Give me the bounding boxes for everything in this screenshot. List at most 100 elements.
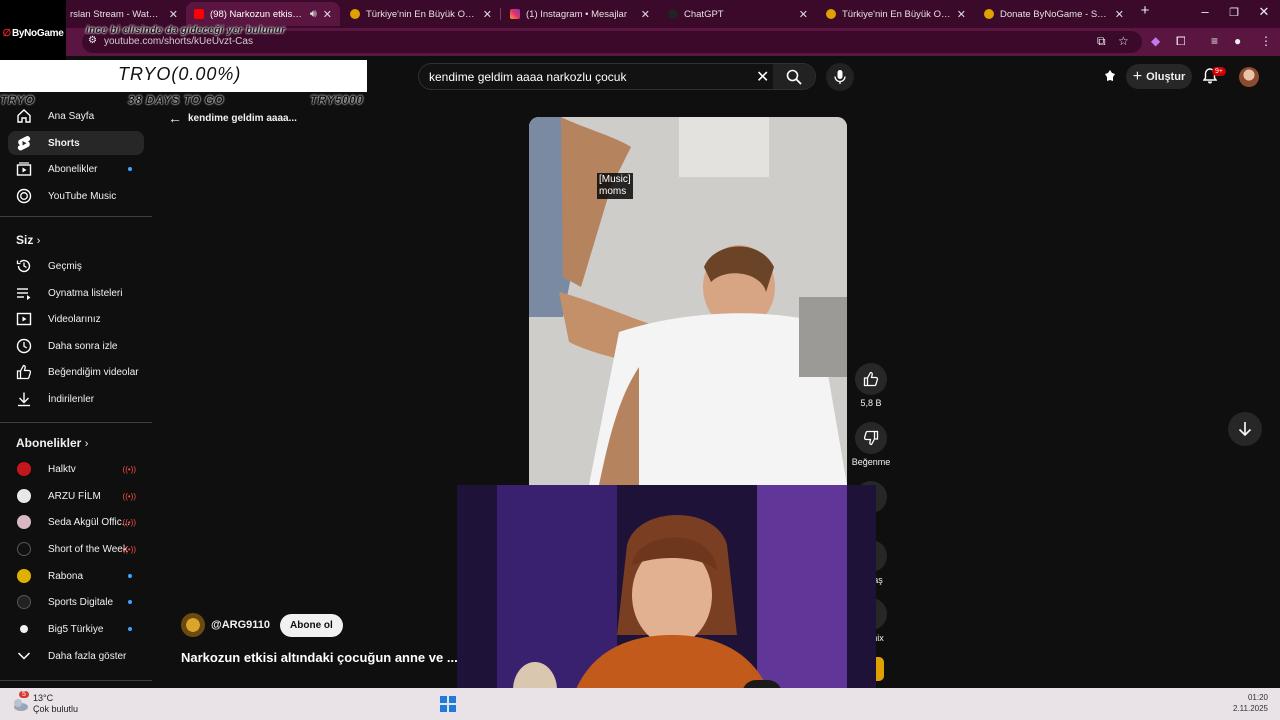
weather-badge: 5	[19, 691, 29, 698]
tab-2-active[interactable]: (98) Narkozun etkisi altında 🔊︎ ✕	[186, 2, 340, 26]
clock-time[interactable]: 01:20	[1248, 693, 1268, 702]
thumbs-up-icon	[16, 364, 32, 380]
address-bar[interactable]: ⚙ youtube.com/shorts/kUeUvzt-Cas ince bi…	[82, 25, 1142, 53]
extensions-icon[interactable]: ⧠	[1176, 34, 1186, 49]
new-content-dot	[128, 627, 132, 631]
next-short-button[interactable]	[1228, 412, 1262, 446]
clock-date[interactable]: 2.11.2025	[1233, 704, 1268, 713]
short-video-player[interactable]	[529, 117, 847, 485]
extension-puzzle-icon[interactable]: ◆	[1151, 34, 1160, 48]
back-to-search[interactable]: ← kendime geldim aaaa...	[168, 110, 297, 126]
sidebar-item-playlists[interactable]: Oynatma listeleri	[8, 281, 144, 305]
dislike-button[interactable]	[855, 422, 887, 454]
search-button[interactable]	[773, 64, 815, 89]
new-content-dot	[128, 600, 132, 604]
arrow-down-icon	[1238, 422, 1252, 437]
sidebar-you-heading[interactable]: Siz ›	[16, 233, 40, 247]
subscribe-button[interactable]: Abone ol	[280, 613, 343, 637]
create-button[interactable]: + Oluştur	[1126, 64, 1192, 89]
new-content-dot	[128, 574, 132, 578]
goal-target: TRY5000	[310, 93, 364, 107]
close-tab-icon[interactable]: ✕	[323, 8, 332, 21]
speaker-icon[interactable]: 🔊︎	[310, 8, 317, 21]
windows-start-icon[interactable]	[440, 696, 456, 712]
search-box[interactable]: kendime geldim aaaa narkozlu çocuk ✕	[418, 63, 816, 90]
logo-mark-icon: ∅	[2, 27, 12, 39]
sidebar-item-subscriptions[interactable]: Abonelikler	[8, 157, 144, 181]
tab-separator	[500, 8, 501, 20]
chevron-right-icon: ›	[84, 438, 89, 450]
minimize-icon[interactable]: –	[1192, 4, 1218, 19]
sidebar-divider	[0, 216, 152, 217]
sidebar-channel-short-of-the-week[interactable]: Short of the Week ((•))	[8, 537, 144, 561]
sidebar-channel-rabona[interactable]: Rabona	[8, 564, 144, 588]
tab-7[interactable]: Donate ByNoGame - Streamer ✕	[976, 2, 1132, 26]
like-button[interactable]	[855, 363, 887, 395]
short-title[interactable]: Narkozun etkisi altındaki çocuğun anne v…	[181, 650, 458, 665]
sidebar-item-shorts[interactable]: Shorts	[8, 131, 144, 155]
history-icon	[16, 258, 32, 274]
new-tab-button[interactable]: +	[1132, 2, 1158, 19]
sidebar-channel-sports-digitale[interactable]: Sports Digitale	[8, 590, 144, 614]
search-icon	[786, 69, 802, 85]
subscriptions-icon	[16, 161, 32, 177]
weather-widget-icon[interactable]: 5	[11, 691, 29, 713]
channel-name[interactable]: @ARG9110	[211, 619, 270, 631]
sidebar-channel-arzu-film[interactable]: ARZU FİLM ((•))	[8, 484, 144, 508]
restore-icon[interactable]: ❐	[1221, 6, 1247, 19]
menu-dots-icon[interactable]: ⋮	[1260, 34, 1272, 48]
dislike-label: Beğenme	[851, 457, 891, 467]
install-app-icon[interactable]: ⧉	[1097, 34, 1106, 49]
windows-taskbar: 5 13°C Çok bulutlu 01:20 2.11.2025	[0, 688, 1280, 720]
sidebar-item-liked-videos[interactable]: Beğendiğim videolar	[8, 360, 144, 384]
sidebar-channel-halktv[interactable]: Halktv ((•))	[8, 457, 144, 481]
tab-6[interactable]: Türkiye'nin En Büyük Oyuncu D ✕	[818, 2, 974, 26]
sidebar-item-your-videos[interactable]: Videolarınız	[8, 307, 144, 331]
close-window-icon[interactable]: ✕	[1251, 4, 1277, 20]
reading-list-icon[interactable]: ≡	[1211, 34, 1218, 48]
sidebar-subscriptions-heading[interactable]: Abonelikler ›	[16, 436, 88, 450]
stream-overlay-text: ince bi elisinde da gideceği yer bulunur	[86, 25, 286, 36]
tab-3[interactable]: Türkiye'nin En Büyük Oyuncu D ✕	[342, 2, 500, 26]
sidebar-item-downloads[interactable]: İndirilenler	[8, 387, 144, 411]
account-avatar[interactable]	[1239, 67, 1259, 87]
close-tab-icon[interactable]: ✕	[799, 8, 808, 21]
channel-avatar[interactable]	[181, 613, 205, 637]
instagram-favicon-icon	[510, 9, 520, 19]
chevron-right-icon: ›	[36, 235, 41, 247]
tab-5[interactable]: ChatGPT ✕	[660, 2, 816, 26]
sidebar-show-more[interactable]: Daha fazla göster	[8, 644, 144, 668]
channel-avatar	[17, 595, 31, 609]
clear-search-icon[interactable]: ✕	[756, 67, 769, 87]
arrow-left-icon: ←	[168, 110, 182, 126]
close-tab-icon[interactable]: ✕	[483, 8, 492, 21]
tab-4[interactable]: (1) Instagram • Mesajlar ✕	[502, 2, 658, 26]
chatgpt-favicon-icon	[668, 9, 678, 19]
sidebar-channel-big5-turkiye[interactable]: Big5 Türkiye	[8, 617, 144, 641]
new-content-dot	[128, 167, 132, 171]
sidebar-item-history[interactable]: Geçmiş	[8, 254, 144, 278]
close-tab-icon[interactable]: ✕	[1115, 8, 1124, 21]
voice-search-button[interactable]	[826, 63, 854, 91]
youtube-music-icon	[16, 188, 32, 204]
create-studio-icon[interactable]	[1103, 69, 1117, 86]
tab-1[interactable]: rslan Stream - Watch Live ✕	[62, 2, 186, 26]
profile-avatar-icon[interactable]: ●	[1234, 34, 1241, 48]
watch-later-icon	[16, 338, 32, 354]
bynogame-logo: ∅ByNoGame	[0, 0, 66, 66]
bookmark-star-icon[interactable]: ☆	[1118, 34, 1129, 48]
search-input[interactable]: kendime geldim aaaa narkozlu çocuk	[429, 70, 626, 84]
close-tab-icon[interactable]: ✕	[169, 8, 178, 21]
close-tab-icon[interactable]: ✕	[957, 8, 966, 21]
playlist-icon	[16, 285, 32, 301]
sidebar-channel-seda-akgul[interactable]: Seda Akgül Offic... ((•))	[8, 510, 144, 534]
close-tab-icon[interactable]: ✕	[641, 8, 650, 21]
weather-temperature: 13°C	[33, 693, 54, 703]
channel-avatar	[17, 515, 31, 529]
sidebar-item-youtube-music[interactable]: YouTube Music	[8, 184, 144, 208]
sidebar-divider	[0, 422, 152, 423]
sidebar-item-watch-later[interactable]: Daha sonra izle	[8, 334, 144, 358]
site-info-icon[interactable]: ⚙	[88, 35, 97, 46]
home-icon	[16, 108, 32, 124]
sidebar-item-home[interactable]: Ana Sayfa	[8, 104, 144, 128]
